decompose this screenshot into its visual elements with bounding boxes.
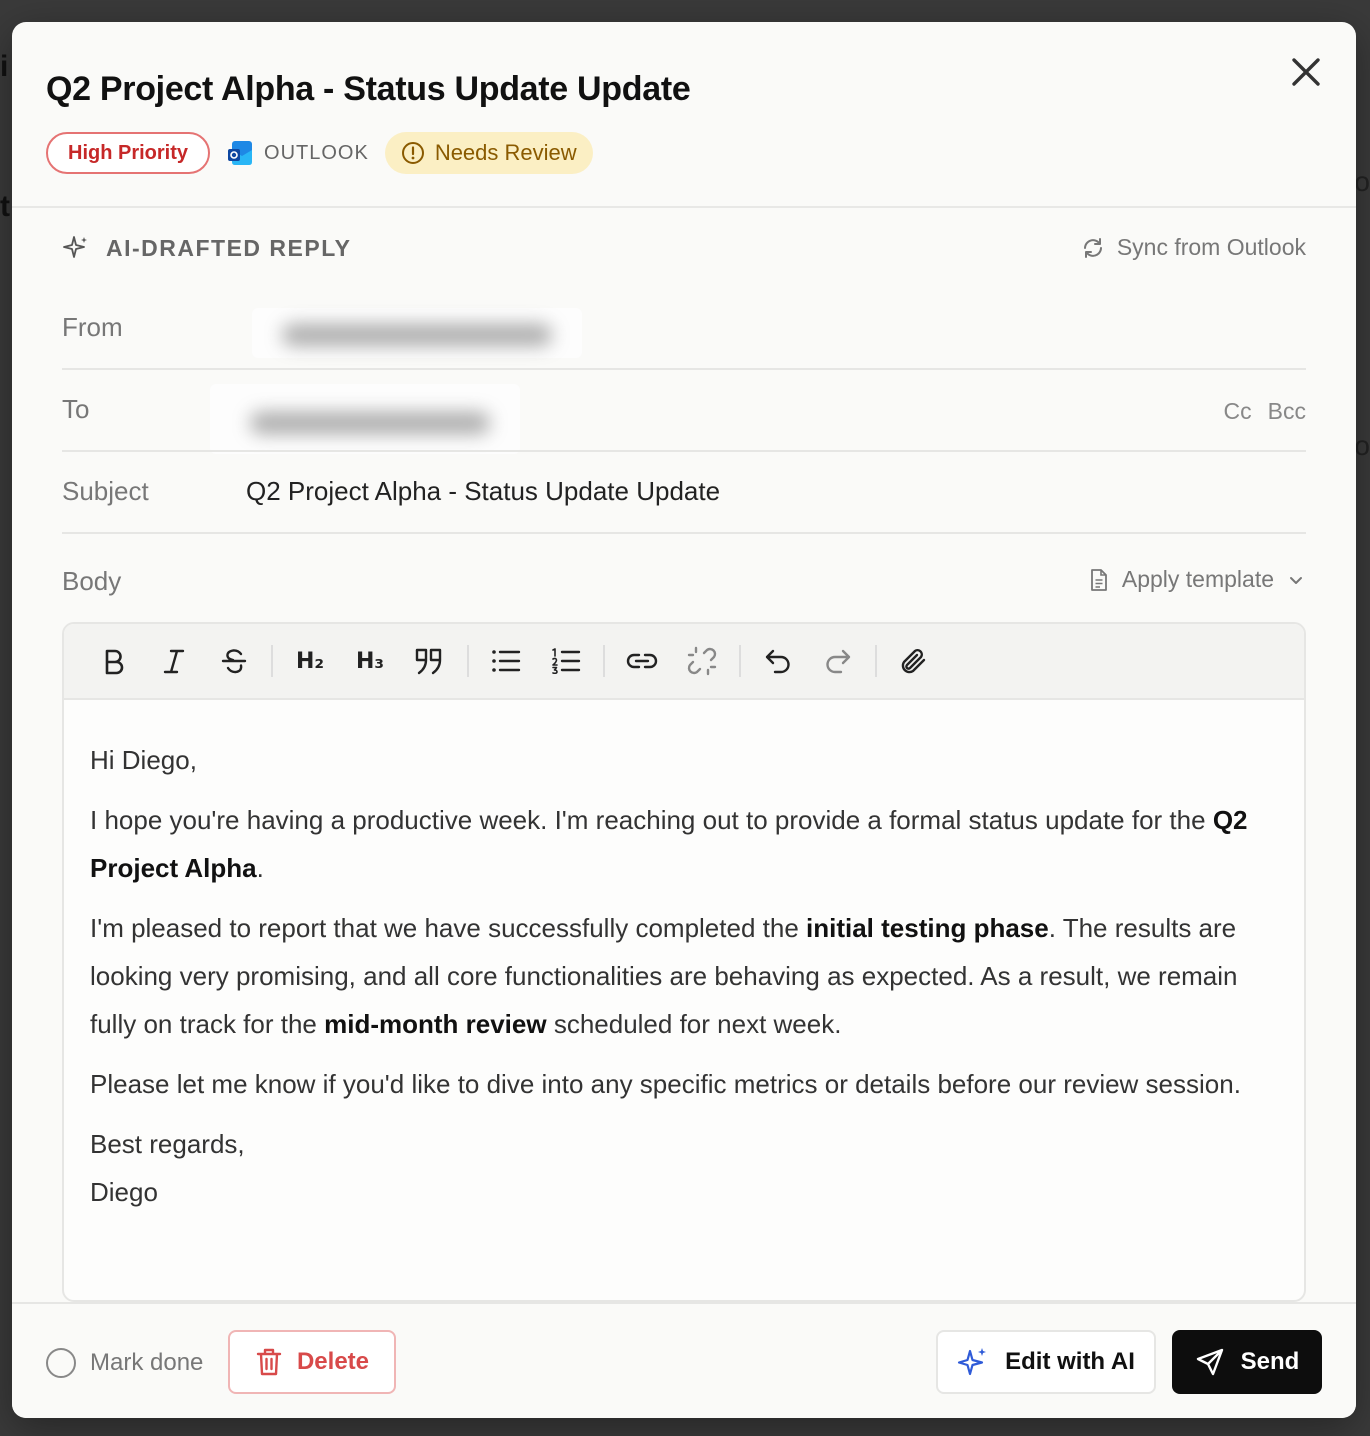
quote-button[interactable] (400, 633, 460, 689)
backdrop-text: t (0, 190, 10, 223)
strikethrough-icon (221, 649, 247, 674)
outlook-icon (228, 141, 253, 165)
subject-label: Subject (62, 476, 149, 506)
modal-footer: Mark done Delete Edit with AI Send (12, 1302, 1356, 1418)
email-body-text[interactable]: Hi Diego, I hope you're having a product… (90, 736, 1280, 1216)
h2-label: H₂ (295, 648, 325, 674)
mark-done-checkbox[interactable]: Mark done (46, 1348, 203, 1378)
chevron-down-icon (1290, 576, 1302, 584)
unlink-icon (687, 646, 717, 676)
strikethrough-button[interactable] (204, 633, 264, 689)
sparkle-icon (958, 1348, 987, 1376)
body-closing: Best regards, Diego (90, 1129, 245, 1207)
h3-label: H₃ (355, 648, 385, 674)
delete-button[interactable]: Delete (228, 1330, 396, 1394)
document-icon (1090, 568, 1107, 591)
send-icon (1196, 1348, 1223, 1376)
cc-bcc-toggles: Cc Bcc (1224, 398, 1306, 425)
numbered-list-icon (552, 648, 581, 674)
unlink-button[interactable] (672, 633, 732, 689)
backdrop-text: i (0, 50, 9, 83)
source-label: OUTLOOK (264, 141, 369, 164)
body-paragraph-3: Please let me know if you'd like to dive… (90, 1069, 1241, 1099)
trash-icon (256, 1348, 282, 1376)
email-modal: Q2 Project Alpha - Status Update Update … (12, 22, 1356, 1418)
link-button[interactable] (612, 633, 672, 689)
status-label: Needs Review (434, 140, 577, 165)
quote-icon (415, 648, 442, 675)
refresh-icon (1083, 237, 1102, 258)
to-value-redacted[interactable] (210, 384, 520, 454)
body-paragraph-1: I hope you're having a productive week. … (90, 805, 1248, 883)
redo-button[interactable] (808, 633, 868, 689)
subject-field-row: Subject Q2 Project Alpha - Status Update… (62, 452, 1306, 534)
sync-from-outlook-button[interactable]: Sync from Outlook (1081, 234, 1306, 261)
reply-section-header: AI-DRAFTED REPLY Sync from Outlook (62, 232, 1306, 272)
modal-header: Q2 Project Alpha - Status Update Update … (12, 22, 1356, 208)
sparkle-icon (63, 236, 87, 258)
redo-icon (826, 649, 851, 674)
backdrop-text: o (1354, 166, 1370, 197)
bullet-list-button[interactable] (476, 633, 536, 689)
backdrop-text: o (1354, 430, 1370, 461)
bcc-button[interactable]: Bcc (1268, 398, 1306, 425)
body-label-row: Body Apply template (62, 562, 1306, 606)
alert-circle-icon (401, 142, 424, 164)
subject-input[interactable]: Q2 Project Alpha - Status Update Update (246, 476, 720, 507)
link-icon (626, 653, 658, 669)
badge-row: High Priority OUTLOOK Needs Review (46, 132, 593, 174)
status-badge: Needs Review (384, 132, 593, 174)
attach-button[interactable] (884, 633, 944, 689)
apply-template-dropdown[interactable]: Apply template (1088, 566, 1306, 593)
body-greeting: Hi Diego, (90, 745, 197, 775)
from-field-row: From (62, 288, 1306, 370)
bold-icon (105, 649, 124, 675)
undo-button[interactable] (748, 633, 808, 689)
ai-drafted-label: AI-DRAFTED REPLY (62, 234, 352, 262)
body-label: Body (62, 566, 122, 596)
to-field-row: To Cc Bcc (62, 370, 1306, 454)
checkbox-circle-icon (46, 1348, 76, 1378)
bullet-list-icon (492, 650, 521, 672)
edit-with-ai-button[interactable]: Edit with AI (936, 1330, 1156, 1394)
to-label: To (62, 394, 90, 424)
heading-2-button[interactable]: H₂ (280, 633, 340, 689)
cc-button[interactable]: Cc (1224, 398, 1252, 425)
priority-badge: High Priority (46, 132, 211, 174)
body-editor: H₂ H₃ Hi Diego, I hope you're having a p… (62, 622, 1306, 1302)
bold-button[interactable] (84, 633, 144, 689)
from-label: From (62, 312, 123, 342)
heading-3-button[interactable]: H₃ (340, 633, 400, 689)
body-paragraph-2: I'm pleased to report that we have succe… (90, 913, 1238, 1039)
email-title: Q2 Project Alpha - Status Update Update (46, 70, 691, 108)
italic-icon (163, 649, 185, 674)
undo-icon (765, 649, 790, 674)
send-button[interactable]: Send (1172, 1330, 1322, 1394)
close-icon (1292, 58, 1320, 86)
paperclip-icon (901, 649, 926, 674)
close-button[interactable] (1286, 52, 1326, 92)
numbered-list-button[interactable] (536, 633, 596, 689)
from-value-redacted[interactable] (252, 308, 582, 358)
source-badge: OUTLOOK (226, 138, 369, 168)
italic-button[interactable] (144, 633, 204, 689)
editor-toolbar: H₂ H₃ (64, 624, 1304, 700)
